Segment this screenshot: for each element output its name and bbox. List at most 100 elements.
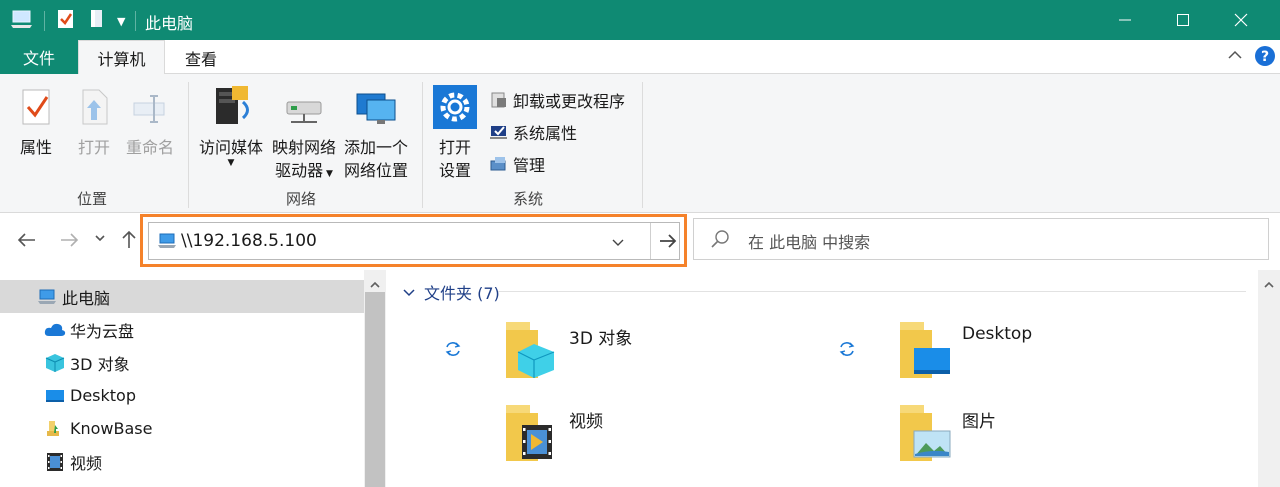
ribbon: 属性 打开 重命名 位置 访问媒体 ▼ 映射网络 驱动器 ▼ 添加一个 网络位置… [0, 74, 1280, 213]
qa-divider [44, 11, 45, 31]
folder-desktop-icon [898, 320, 952, 386]
open-settings-label-line1: 打开 [438, 138, 471, 157]
network-drive-icon [286, 101, 322, 123]
film-icon [44, 451, 66, 473]
forward-arrow-icon [61, 233, 79, 247]
sidebar-item-label: Desktop [70, 386, 136, 405]
open-settings-button[interactable]: 打开 设置 [430, 84, 480, 182]
sidebar-item-label: 华为云盘 [70, 321, 135, 341]
back-button[interactable] [16, 229, 38, 255]
sidebar-item-this-pc[interactable]: 此电脑 [0, 280, 364, 313]
search-placeholder: 在 此电脑 中搜索 [748, 233, 871, 252]
ribbon-tab-bar: 文件 计算机 查看 ? [0, 40, 1280, 75]
map-drive-dropdown-icon: ▼ [323, 169, 333, 179]
search-box[interactable]: 在 此电脑 中搜索 [693, 218, 1269, 260]
go-button[interactable] [650, 223, 684, 259]
content-scrollbar[interactable] [1258, 270, 1280, 487]
folder-name: 图片 [962, 412, 996, 432]
folder-item[interactable]: 3D 对象 [442, 320, 842, 390]
map-drive-label-line2: 驱动器 ▼ [275, 161, 333, 180]
sidebar-item-videos[interactable]: 视频 [0, 445, 364, 478]
system-properties-label: 系统属性 [513, 124, 578, 143]
sidebar-item-label: 此电脑 [62, 288, 111, 308]
sidebar-item-3d-objects[interactable]: 3D 对象 [0, 346, 364, 379]
uninstall-label: 卸载或更改程序 [513, 92, 626, 111]
minimize-button[interactable] [1096, 0, 1154, 40]
minimize-icon [1119, 19, 1131, 21]
sidebar-scrollbar[interactable] [364, 270, 386, 487]
address-input[interactable]: \\192.168.5.100 [148, 222, 680, 260]
manage-button[interactable]: 管理 [489, 152, 545, 176]
folder-item[interactable]: 图片 [836, 403, 1236, 473]
up-button[interactable] [118, 229, 140, 255]
maximize-button[interactable] [1154, 0, 1212, 40]
map-drive-label-line1: 映射网络 [271, 138, 336, 157]
folder-name: 3D 对象 [569, 329, 633, 349]
location-group-label: 位置 [77, 190, 108, 208]
sidebar-item-label: 视频 [70, 453, 103, 473]
forward-button[interactable] [58, 229, 80, 255]
chevron-down-icon [612, 239, 624, 246]
group-divider [188, 82, 189, 208]
back-arrow-icon [17, 233, 35, 247]
svg-text:?: ? [1261, 49, 1269, 65]
rename-icon [133, 95, 165, 123]
navigation-bar: \\192.168.5.100 在 此电脑 中搜索 [0, 213, 1280, 270]
sidebar-item-huawei-cloud[interactable]: 华为云盘 [0, 313, 364, 346]
address-history-dropdown[interactable] [611, 235, 625, 253]
sidebar-scroll-thumb[interactable] [365, 292, 385, 487]
group-divider [422, 82, 423, 208]
window-title: 此电脑 [145, 14, 194, 33]
add-location-label-line1: 添加一个 [343, 138, 408, 157]
folder-videos-icon [504, 403, 558, 469]
computer-icon [157, 232, 177, 254]
properties-button[interactable]: 属性 [14, 86, 58, 159]
system-properties-button[interactable]: 系统属性 [489, 120, 577, 144]
collapse-ribbon-icon[interactable] [1226, 46, 1244, 68]
add-network-location-button[interactable]: 添加一个 网络位置 [340, 84, 412, 182]
folders-section-header[interactable]: 文件夹 (7) [402, 280, 500, 304]
title-bar: ▼ 此电脑 [0, 0, 1280, 40]
search-icon [710, 229, 730, 253]
add-location-label-line2: 网络位置 [343, 161, 408, 180]
help-icon[interactable]: ? [1254, 45, 1276, 71]
tab-computer[interactable]: 计算机 [78, 40, 165, 75]
folder-item[interactable]: 视频 [442, 403, 842, 473]
folder-pictures-icon [898, 403, 952, 469]
quick-access-toolbar: ▼ [10, 8, 137, 34]
access-media-button[interactable]: 访问媒体 ▼ [196, 84, 266, 168]
open-button[interactable]: 打开 [72, 86, 116, 159]
folder-download-icon [44, 418, 66, 440]
folder-item[interactable]: Desktop [836, 320, 1236, 390]
desktop-icon [44, 385, 66, 407]
tab-view[interactable]: 查看 [168, 40, 234, 75]
properties-check-icon[interactable] [57, 8, 75, 34]
group-divider [642, 82, 643, 208]
maximize-icon [1177, 14, 1189, 26]
recent-locations-button[interactable] [93, 231, 107, 249]
computer-icon [10, 8, 34, 34]
map-network-drive-button[interactable]: 映射网络 驱动器 ▼ [268, 84, 340, 186]
qa-dropdown-icon[interactable]: ▼ [117, 15, 125, 28]
properties-label: 属性 [19, 138, 52, 157]
cloud-icon [44, 319, 66, 341]
up-arrow-icon [122, 230, 136, 248]
close-button[interactable] [1212, 0, 1270, 40]
uninstall-program-button[interactable]: 卸载或更改程序 [489, 88, 625, 112]
sidebar-item-desktop[interactable]: Desktop [0, 379, 364, 412]
manage-icon [490, 157, 506, 171]
tab-file[interactable]: 文件 [0, 40, 78, 74]
properties-icon [22, 89, 50, 125]
folder-name: 视频 [569, 412, 603, 432]
address-bar-highlight: \\192.168.5.100 [140, 214, 687, 267]
sync-icon [444, 340, 462, 362]
chevron-down-icon [95, 235, 105, 242]
manage-label: 管理 [513, 156, 546, 175]
rename-button[interactable]: 重命名 [122, 86, 178, 159]
scroll-up-icon [1263, 276, 1275, 294]
sidebar-item-knowbase[interactable]: KnowBase [0, 412, 364, 445]
computer-icon [36, 286, 58, 308]
address-text: \\192.168.5.100 [181, 231, 317, 251]
new-folder-icon[interactable] [89, 8, 105, 34]
access-media-dropdown-icon: ▼ [227, 158, 235, 168]
